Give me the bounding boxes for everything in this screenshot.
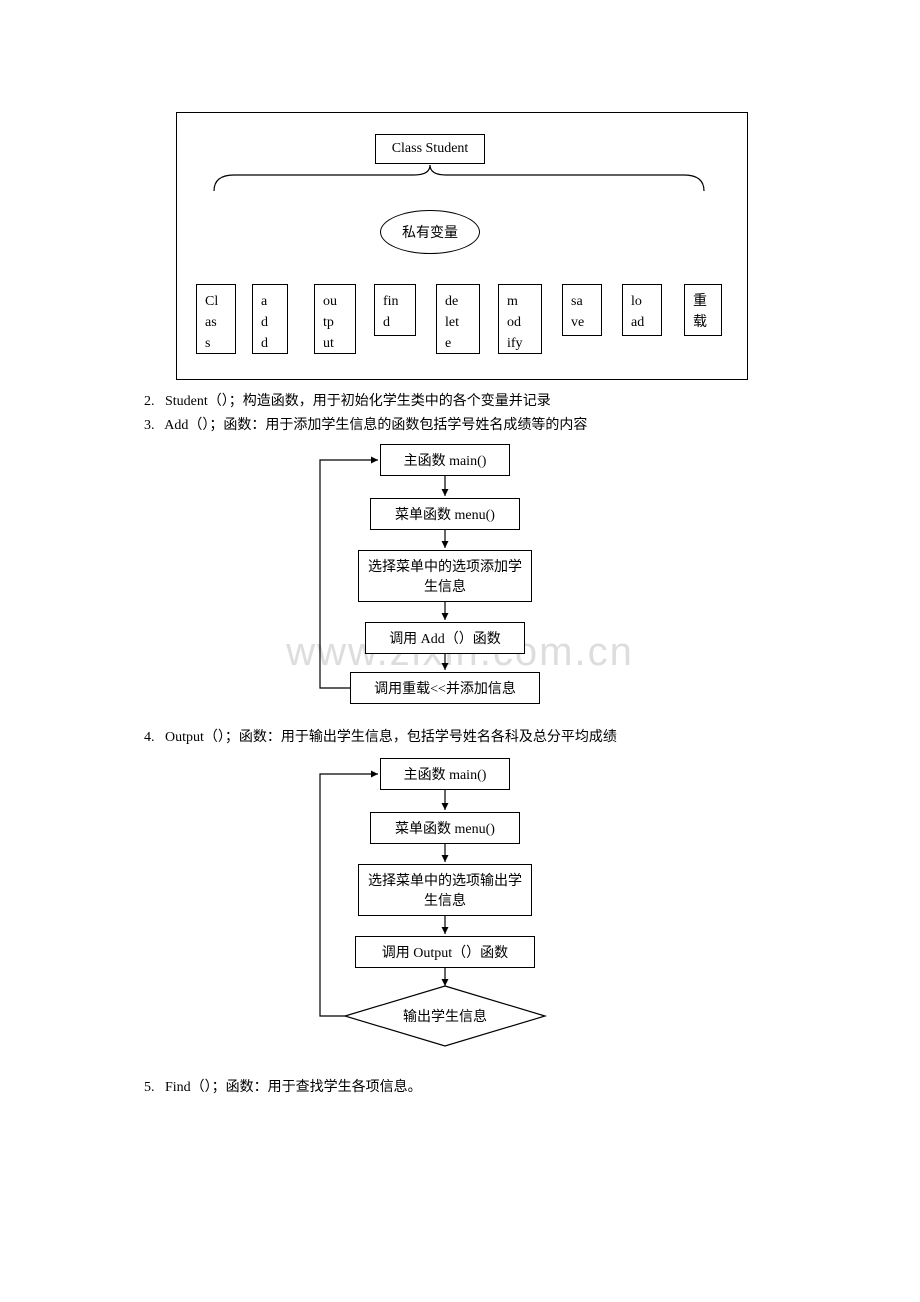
class-title-text: Class Student [392,141,469,157]
item-num: 5. [144,1080,155,1095]
class-box-4: de let e [436,284,480,354]
item-num: 4. [144,730,155,745]
class-box-line: ou [323,291,347,312]
item-2: 2. Student（）；构造函数，用于初始化学生类中的各个变量并记录 [144,390,784,410]
flow-text: 输出学生信息 [403,1006,487,1026]
item-text: Add（）；函数：用于添加学生信息的函数包括学号姓名成绩等的内容 [164,418,587,433]
class-box-line: as [205,312,227,333]
class-box-line: ut [323,333,347,354]
out-flow-diamond-label: 输出学生信息 [380,1004,510,1028]
private-ellipse: 私有变量 [380,210,480,254]
class-box-line: ify [507,333,533,354]
item-4: 4. Output（）；函数：用于输出学生信息，包括学号姓名各科及总分平均成绩 [144,726,844,746]
class-box-line: s [205,333,227,354]
class-box-line: lo [631,291,653,312]
class-box-2: ou tp ut [314,284,356,354]
item-num: 2. [144,394,155,409]
item-num: 3. [144,418,155,433]
class-box-line: sa [571,291,593,312]
class-title: Class Student [375,134,485,164]
class-box-line: let [445,312,471,333]
brace-icon [176,163,748,203]
add-flow-connectors [300,440,560,720]
class-box-line: tp [323,312,347,333]
class-box-line: d [261,312,279,333]
class-box-0: Cl as s [196,284,236,354]
class-box-3: fin d [374,284,416,336]
class-box-line: ve [571,312,593,333]
item-text: Student（）；构造函数，用于初始化学生类中的各个变量并记录 [165,394,551,409]
class-box-line: m [507,291,533,312]
class-box-8: 重 载 [684,284,722,336]
class-box-1: a d d [252,284,288,354]
class-box-line: d [383,312,407,333]
class-box-5: m od ify [498,284,542,354]
class-box-line: de [445,291,471,312]
class-box-line: od [507,312,533,333]
private-label: 私有变量 [402,222,458,242]
class-box-line: 重 [693,291,713,312]
item-text: Output（）；函数：用于输出学生信息，包括学号姓名各科及总分平均成绩 [165,730,617,745]
item-3: 3. Add（）；函数：用于添加学生信息的函数包括学号姓名成绩等的内容 [144,414,784,434]
class-box-line: d [261,333,279,354]
class-box-6: sa ve [562,284,602,336]
class-box-line: 载 [693,312,713,333]
item-5: 5. Find（）；函数：用于查找学生各项信息。 [144,1076,784,1096]
class-box-line: Cl [205,291,227,312]
item-text: Find（）；函数：用于查找学生各项信息。 [165,1080,422,1095]
class-box-line: ad [631,312,653,333]
class-box-line: e [445,333,471,354]
class-box-7: lo ad [622,284,662,336]
class-box-line: a [261,291,279,312]
class-box-line: fin [383,291,407,312]
